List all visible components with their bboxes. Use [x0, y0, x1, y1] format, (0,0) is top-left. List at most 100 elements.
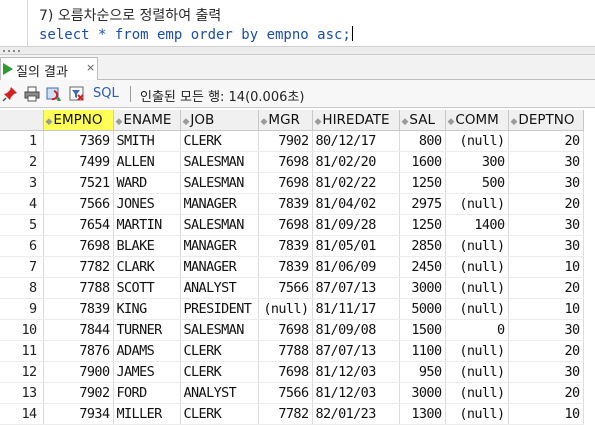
- refresh-icon[interactable]: [46, 86, 62, 102]
- table-cell-comm[interactable]: 0: [445, 319, 509, 341]
- table-cell-comm[interactable]: (null): [445, 130, 509, 152]
- table-cell-hiredate[interactable]: 87/07/13: [312, 340, 400, 362]
- table-cell-hiredate[interactable]: 82/01/23: [312, 403, 400, 425]
- table-cell-hiredate[interactable]: 81/11/17: [312, 298, 400, 320]
- table-cell-empno[interactable]: 7900: [43, 361, 114, 383]
- table-cell-ename[interactable]: SCOTT: [113, 277, 181, 299]
- table-cell-job[interactable]: SALESMAN: [180, 214, 259, 236]
- table-cell-mgr[interactable]: 7566: [258, 382, 313, 404]
- table-cell-sal[interactable]: 800: [399, 130, 446, 152]
- table-cell-job[interactable]: CLERK: [180, 361, 259, 383]
- table-cell-mgr[interactable]: 7839: [258, 193, 313, 215]
- table-cell-empno[interactable]: 7698: [43, 235, 114, 257]
- table-row[interactable]: 4 7566 JONES MANAGER 7839 81/04/02 2975 (null) 2…: [0, 193, 584, 215]
- table-cell-sal[interactable]: 1100: [399, 340, 446, 362]
- table-cell-ename[interactable]: JONES: [113, 193, 181, 215]
- table-cell-empno[interactable]: 7566: [43, 193, 114, 215]
- table-cell-deptno[interactable]: 10: [508, 298, 584, 320]
- table-row[interactable]: 7 7782 CLARK MANAGER 7839 81/06/09 2450 (null) 1…: [0, 256, 584, 278]
- table-cell-comm[interactable]: (null): [445, 277, 509, 299]
- table-cell-job[interactable]: PRESIDENT: [180, 298, 259, 320]
- table-cell-job[interactable]: MANAGER: [180, 235, 259, 257]
- pin-icon[interactable]: [2, 86, 18, 102]
- table-cell-hiredate[interactable]: 81/09/08: [312, 319, 400, 341]
- table-cell-deptno[interactable]: 20: [508, 340, 584, 362]
- table-cell-sal[interactable]: 1300: [399, 403, 446, 425]
- table-cell-mgr[interactable]: 7902: [258, 130, 313, 152]
- table-cell-sal[interactable]: 2850: [399, 235, 446, 257]
- table-cell-empno[interactable]: 7369: [43, 130, 114, 152]
- table-cell-deptno[interactable]: 30: [508, 319, 584, 341]
- table-cell-comm[interactable]: (null): [445, 193, 509, 215]
- table-cell-deptno[interactable]: 10: [508, 403, 584, 425]
- table-cell-comm[interactable]: 300: [445, 151, 509, 173]
- table-row[interactable]: 11 7876 ADAMS CLERK 7788 87/07/13 1100 (null) 20: [0, 340, 584, 362]
- table-cell-comm[interactable]: (null): [445, 256, 509, 278]
- column-header-sal[interactable]: ◆SAL: [399, 110, 446, 131]
- table-cell-hiredate[interactable]: 81/12/03: [312, 382, 400, 404]
- table-cell-sal[interactable]: 1250: [399, 172, 446, 194]
- table-cell-ename[interactable]: WARD: [113, 172, 181, 194]
- table-cell-job[interactable]: CLERK: [180, 130, 259, 152]
- table-cell-mgr[interactable]: 7782: [258, 403, 313, 425]
- table-cell-deptno[interactable]: 20: [508, 382, 584, 404]
- table-row[interactable]: 6 7698 BLAKE MANAGER 7839 81/05/01 2850 (null) 3…: [0, 235, 584, 257]
- table-row[interactable]: 12 7900 JAMES CLERK 7698 81/12/03 950 (null) 30: [0, 361, 584, 383]
- table-cell-mgr[interactable]: 7788: [258, 340, 313, 362]
- table-cell-empno[interactable]: 7521: [43, 172, 114, 194]
- table-cell-mgr[interactable]: (null): [258, 298, 313, 320]
- table-row[interactable]: 9 7839 KING PRESIDENT (null) 81/11/17 5000 (nul…: [0, 298, 584, 320]
- pane-splitter[interactable]: [0, 46, 595, 55]
- table-cell-comm[interactable]: (null): [445, 298, 509, 320]
- table-cell-ename[interactable]: MARTIN: [113, 214, 181, 236]
- table-row[interactable]: 3 7521 WARD SALESMAN 7698 81/02/22 1250 500 30: [0, 172, 584, 194]
- column-header-empno[interactable]: ◆EMPNO: [43, 110, 114, 131]
- table-row[interactable]: 2 7499 ALLEN SALESMAN 7698 81/02/20 1600 300 30: [0, 151, 584, 173]
- table-row[interactable]: 1 7369 SMITH CLERK 7902 80/12/17 800 (null) 20: [0, 130, 584, 152]
- table-cell-sal[interactable]: 3000: [399, 382, 446, 404]
- table-cell-ename[interactable]: SMITH: [113, 130, 181, 152]
- result-grid[interactable]: ◆EMPNO ◆ENAME ◆JOB ◆MGR ◆HIREDATE ◆SAL ◆COMM ◆D…: [0, 110, 595, 425]
- table-cell-hiredate[interactable]: 81/04/02: [312, 193, 400, 215]
- table-row[interactable]: 13 7902 FORD ANALYST 7566 81/12/03 3000 (null) 2…: [0, 382, 584, 404]
- table-cell-comm[interactable]: (null): [445, 340, 509, 362]
- table-cell-ename[interactable]: JAMES: [113, 361, 181, 383]
- table-cell-job[interactable]: MANAGER: [180, 193, 259, 215]
- table-cell-hiredate[interactable]: 81/02/20: [312, 151, 400, 173]
- column-header-deptno[interactable]: ◆DEPTNO: [508, 110, 584, 131]
- table-cell-mgr[interactable]: 7839: [258, 256, 313, 278]
- table-cell-hiredate[interactable]: 81/06/09: [312, 256, 400, 278]
- table-cell-ename[interactable]: CLARK: [113, 256, 181, 278]
- filter-icon[interactable]: [69, 86, 85, 102]
- table-cell-mgr[interactable]: 7698: [258, 214, 313, 236]
- table-cell-job[interactable]: MANAGER: [180, 256, 259, 278]
- table-cell-empno[interactable]: 7788: [43, 277, 114, 299]
- table-cell-comm[interactable]: 1400: [445, 214, 509, 236]
- table-cell-comm[interactable]: (null): [445, 403, 509, 425]
- table-cell-mgr[interactable]: 7698: [258, 361, 313, 383]
- table-cell-empno[interactable]: 7934: [43, 403, 114, 425]
- table-row[interactable]: 10 7844 TURNER SALESMAN 7698 81/09/08 1500 0 30: [0, 319, 584, 341]
- table-cell-sal[interactable]: 3000: [399, 277, 446, 299]
- column-header-job[interactable]: ◆JOB: [180, 110, 259, 131]
- table-cell-mgr[interactable]: 7566: [258, 277, 313, 299]
- table-cell-hiredate[interactable]: 81/12/03: [312, 361, 400, 383]
- table-cell-job[interactable]: SALESMAN: [180, 319, 259, 341]
- table-cell-empno[interactable]: 7839: [43, 298, 114, 320]
- table-cell-job[interactable]: CLERK: [180, 340, 259, 362]
- print-icon[interactable]: [24, 86, 40, 102]
- table-cell-comm[interactable]: (null): [445, 235, 509, 257]
- table-row[interactable]: 14 7934 MILLER CLERK 7782 82/01/23 1300 (null) 1…: [0, 403, 584, 425]
- table-cell-mgr[interactable]: 7698: [258, 319, 313, 341]
- table-cell-job[interactable]: SALESMAN: [180, 172, 259, 194]
- table-cell-deptno[interactable]: 30: [508, 172, 584, 194]
- sql-editor[interactable]: 7) 오름차순으로 정렬하여 출력 select * from emp orde…: [0, 0, 595, 46]
- table-cell-sal[interactable]: 1600: [399, 151, 446, 173]
- table-cell-empno[interactable]: 7902: [43, 382, 114, 404]
- table-row[interactable]: 5 7654 MARTIN SALESMAN 7698 81/09/28 1250 1400 3…: [0, 214, 584, 236]
- table-cell-empno[interactable]: 7499: [43, 151, 114, 173]
- table-cell-sal[interactable]: 2975: [399, 193, 446, 215]
- table-cell-ename[interactable]: BLAKE: [113, 235, 181, 257]
- table-cell-sal[interactable]: 950: [399, 361, 446, 383]
- table-cell-job[interactable]: SALESMAN: [180, 151, 259, 173]
